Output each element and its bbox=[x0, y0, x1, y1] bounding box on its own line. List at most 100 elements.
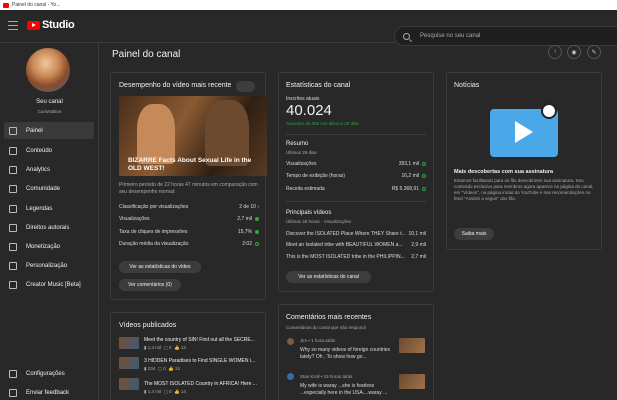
check-circle-icon bbox=[422, 173, 426, 178]
sidebar-item-creator-music[interactable]: Creator Music [Beta] bbox=[4, 276, 94, 293]
channel-stats-button[interactable]: Ver as estatísticas do canal bbox=[286, 271, 371, 283]
top-video-row[interactable]: Discover the ISOLATED Place Where THEY S… bbox=[286, 231, 426, 237]
studio-logo[interactable]: Studio bbox=[27, 19, 75, 31]
published-videos-title: Vídeos publicados bbox=[119, 322, 177, 329]
summary-row: Tempo de exibição (horas) 16,2 mil bbox=[286, 173, 426, 179]
up-indicator-icon bbox=[255, 216, 259, 221]
video-stats-button[interactable]: Ver as estatísticas do vídeo bbox=[119, 261, 201, 273]
copyright-icon bbox=[9, 223, 17, 232]
youtube-favicon-icon bbox=[3, 2, 9, 8]
browser-tab-strip: Painel do canal - Yo... bbox=[0, 0, 617, 10]
summary-row: Visualizações 393,1 mil bbox=[286, 161, 426, 167]
published-video-title[interactable]: Meet the country of SIN! Find out all th… bbox=[144, 337, 260, 343]
commenter-avatar bbox=[287, 373, 294, 380]
comments-subtitle: Comentários do canal que não respondi bbox=[286, 325, 366, 330]
sidebar-item-legendas[interactable]: Legendas bbox=[4, 200, 94, 217]
dashboard-icon bbox=[9, 126, 17, 135]
sidebar-item-monetizacao[interactable]: Monetização bbox=[4, 238, 94, 255]
latest-video-summary: Primeiro período de 22 horas 47 minutos … bbox=[119, 182, 258, 195]
check-circle-icon bbox=[422, 161, 426, 166]
comment-meta: Jim • 1 hora atrás bbox=[300, 338, 336, 343]
news-card bbox=[446, 72, 602, 250]
youtube-logo-icon bbox=[27, 20, 40, 30]
commenter-avatar bbox=[287, 338, 294, 345]
top-video-row[interactable]: This is the MOST ISOLATED tribe in the P… bbox=[286, 254, 426, 260]
music-icon bbox=[9, 280, 17, 289]
search-input[interactable]: Pesquise no seu canal bbox=[394, 26, 617, 46]
comment-meta: Stan Kroll • 15 horas atrás bbox=[300, 374, 353, 379]
money-icon bbox=[9, 242, 17, 251]
news-title: Notícias bbox=[454, 82, 480, 89]
sidebar-item-feedback[interactable]: Enviar feedback bbox=[4, 384, 94, 400]
create-post-icon[interactable]: ✎ bbox=[587, 45, 601, 59]
channel-stats-title: Estatísticas do canal bbox=[286, 82, 351, 89]
top-video-row[interactable]: Meet an Isolated tribe with BEAUTIFUL WO… bbox=[286, 242, 426, 248]
comment-video-thumbnail[interactable] bbox=[399, 338, 425, 353]
published-video-stats: ▮ 1,4 mil ▢ 0 👍 14 bbox=[144, 389, 186, 394]
news-body: Estamos facilitando para os fãs descobri… bbox=[454, 178, 594, 201]
published-video-stats: ▮ 1,4 mil ▢ 0 👍 13 bbox=[144, 345, 186, 350]
subtitles-icon bbox=[9, 204, 17, 213]
video-thumbnail-small[interactable] bbox=[119, 378, 139, 390]
metric-row: Taxa de cliques de impressões 15,7% bbox=[119, 229, 259, 235]
sidebar-item-conteudo[interactable]: Conteúdo bbox=[4, 142, 94, 159]
metric-row: Classificação por visualizações 2 de 10 › bbox=[119, 204, 259, 210]
analytics-icon bbox=[9, 165, 17, 174]
comment-video-thumbnail[interactable] bbox=[399, 374, 425, 389]
gear-icon bbox=[9, 369, 17, 378]
sidebar: Seu canal CuriuNation Painel Conteúdo An… bbox=[0, 43, 99, 400]
sidebar-item-direitos[interactable]: Direitos autorais bbox=[4, 219, 94, 236]
published-video-stats: ▮ 234 ▢ 0 👍 21 bbox=[144, 366, 181, 371]
menu-icon[interactable] bbox=[8, 21, 18, 30]
logo-text: Studio bbox=[42, 19, 75, 31]
divider bbox=[286, 134, 426, 135]
live-icon[interactable]: ◉ bbox=[567, 45, 581, 59]
summary-row: Receita estimada R$ 5.368,91 bbox=[286, 186, 426, 192]
up-indicator-icon bbox=[255, 229, 259, 234]
news-headline: Mais descobertas com sua assinatura bbox=[454, 169, 554, 175]
summary-title: Resumo bbox=[286, 141, 309, 147]
content-icon bbox=[9, 146, 17, 155]
search-icon bbox=[403, 32, 410, 40]
metric-row: Visualizações 2,7 mil bbox=[119, 216, 259, 222]
channel-name: Seu canal bbox=[36, 99, 63, 105]
brush-icon bbox=[9, 261, 17, 270]
community-icon bbox=[9, 184, 17, 193]
top-videos-period: Últimas 48 horas · Visualizações bbox=[286, 219, 352, 224]
thumbnail-caption: BIZARRE Facts About Sexual Life in the O… bbox=[128, 157, 252, 172]
check-circle-icon bbox=[422, 186, 426, 191]
sidebar-item-personalizacao[interactable]: Personalização bbox=[4, 257, 94, 274]
camera-icon[interactable] bbox=[236, 81, 255, 92]
video-thumbnail-small[interactable] bbox=[119, 337, 139, 349]
metric-row: Duração média da visualização 2:02 bbox=[119, 241, 259, 247]
video-thumbnail[interactable]: BIZARRE Facts About Sexual Life in the O… bbox=[119, 96, 267, 176]
summary-period: Últimos 28 dias bbox=[286, 150, 317, 155]
membership-badge-icon bbox=[541, 103, 557, 119]
video-thumbnail-small[interactable] bbox=[119, 357, 139, 369]
published-video-title[interactable]: The MOST ISOLATED Country in AFRICA! Her… bbox=[144, 381, 260, 387]
sidebar-item-configuracoes[interactable]: Configurações bbox=[4, 365, 94, 382]
browser-tab-title[interactable]: Painel do canal - Yo... bbox=[12, 2, 60, 8]
top-videos-title: Principais vídeos bbox=[286, 210, 332, 216]
channel-handle: CuriuNation bbox=[37, 109, 62, 114]
thumbnail-figure-left bbox=[137, 104, 175, 164]
published-video-title[interactable]: 3 HIDDEN Paradises to Find SINGLE WOMEN … bbox=[144, 358, 260, 364]
check-circle-icon bbox=[255, 241, 259, 246]
feedback-icon bbox=[9, 388, 17, 397]
comment-text: Why so many videos of foreign countries … bbox=[300, 347, 391, 360]
comment-text: My wife is waray ...she is fearless ...e… bbox=[300, 383, 388, 396]
comments-title: Comentários mais recentes bbox=[286, 314, 372, 321]
learn-more-button[interactable]: Saiba mais bbox=[454, 228, 494, 240]
subs-delta: Aumento de 808 nos últimos 28 dias bbox=[286, 121, 359, 126]
page-title: Painel do canal bbox=[112, 49, 181, 60]
sidebar-item-analytics[interactable]: Analytics bbox=[4, 161, 94, 178]
upload-icon[interactable]: ↑ bbox=[548, 45, 562, 59]
play-icon bbox=[515, 121, 533, 143]
sidebar-item-painel[interactable]: Painel bbox=[4, 122, 94, 139]
top-bar: Studio Pesquise no seu canal bbox=[0, 10, 617, 46]
subs-count: 40.024 bbox=[286, 102, 332, 119]
channel-avatar[interactable] bbox=[26, 48, 70, 92]
sidebar-item-comunidade[interactable]: Comunidade bbox=[4, 180, 94, 197]
search-placeholder: Pesquise no seu canal bbox=[420, 33, 481, 39]
view-comments-button[interactable]: Ver comentários (0) bbox=[119, 279, 181, 291]
